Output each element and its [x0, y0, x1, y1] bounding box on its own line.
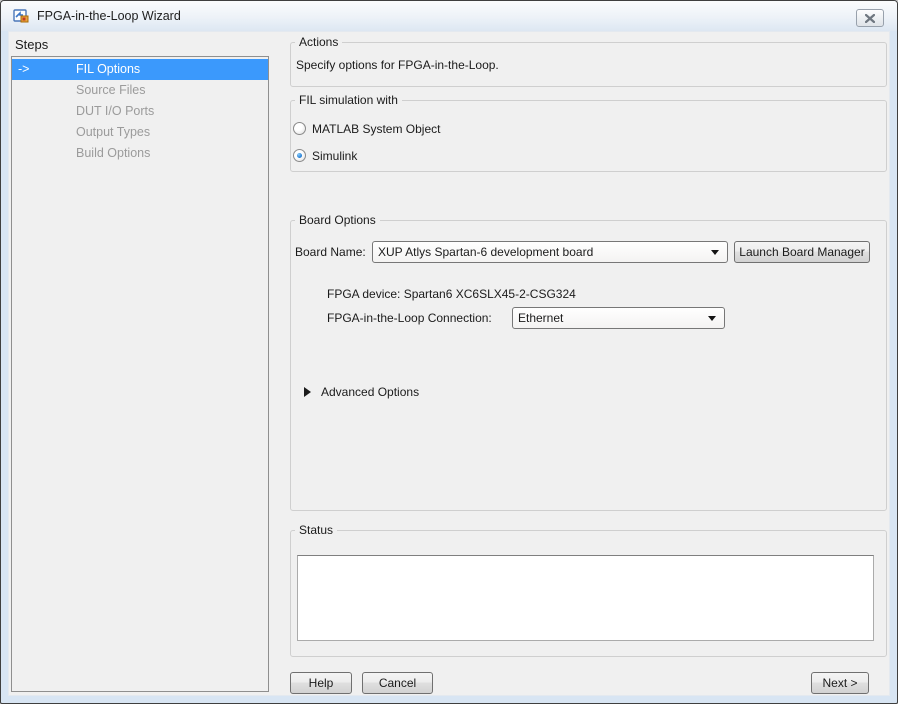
launch-board-manager-button[interactable]: Launch Board Manager	[734, 241, 870, 263]
board-options-legend: Board Options	[295, 213, 380, 227]
radio-matlab-system-object[interactable]: MATLAB System Object	[293, 121, 440, 136]
dropdown-arrow-icon	[711, 250, 719, 255]
window-title: FPGA-in-the-Loop Wizard	[37, 9, 181, 23]
board-name-label: Board Name:	[295, 241, 366, 263]
advanced-options-label: Advanced Options	[321, 385, 419, 399]
fil-wizard-window: FPGA-in-the-Loop Wizard Steps -> FIL Opt…	[0, 0, 898, 704]
advanced-options-toggle[interactable]: Advanced Options	[304, 383, 419, 401]
app-icon	[13, 8, 29, 24]
close-icon	[865, 14, 875, 23]
dialog-content: Steps -> FIL Options Source Files DUT I/…	[8, 31, 890, 696]
radio-label: MATLAB System Object	[312, 122, 440, 136]
radio-simulink[interactable]: Simulink	[293, 148, 357, 163]
fil-connection-dropdown[interactable]: Ethernet	[512, 307, 725, 329]
steps-list: -> FIL Options Source Files DUT I/O Port…	[11, 56, 269, 692]
step-label: Output Types	[76, 122, 150, 143]
fil-connection-value: Ethernet	[518, 311, 563, 325]
step-item-source-files[interactable]: Source Files	[12, 80, 268, 101]
cancel-button[interactable]: Cancel	[362, 672, 433, 694]
fil-simulation-group: FIL simulation with MATLAB System Object…	[290, 100, 887, 172]
step-item-build-options[interactable]: Build Options	[12, 143, 268, 164]
status-group: Status	[290, 530, 887, 657]
steps-heading: Steps	[15, 37, 48, 52]
radio-checked-icon	[293, 149, 306, 162]
actions-group: Actions Specify options for FPGA-in-the-…	[290, 42, 887, 87]
step-label: Source Files	[76, 80, 145, 101]
fpga-device-text: FPGA device: Spartan6 XC6SLX45-2-CSG324	[327, 287, 576, 301]
step-item-dut-io-ports[interactable]: DUT I/O Ports	[12, 101, 268, 122]
expand-arrow-icon	[304, 387, 311, 397]
next-button[interactable]: Next >	[811, 672, 869, 694]
help-button[interactable]: Help	[290, 672, 352, 694]
step-item-output-types[interactable]: Output Types	[12, 122, 268, 143]
board-options-group: Board Options Board Name: XUP Atlys Spar…	[290, 220, 887, 511]
actions-legend: Actions	[295, 35, 342, 49]
title-bar[interactable]: FPGA-in-the-Loop Wizard	[1, 1, 897, 31]
step-item-fil-options[interactable]: -> FIL Options	[12, 59, 268, 80]
status-legend: Status	[295, 523, 337, 537]
step-label: Build Options	[76, 143, 150, 164]
fil-simulation-legend: FIL simulation with	[295, 93, 402, 107]
dropdown-arrow-icon	[708, 316, 716, 321]
step-label: DUT I/O Ports	[76, 101, 154, 122]
close-button[interactable]	[856, 9, 884, 27]
current-step-arrow: ->	[18, 59, 29, 80]
step-label: FIL Options	[76, 59, 140, 80]
actions-description: Specify options for FPGA-in-the-Loop.	[296, 58, 499, 72]
fil-connection-label: FPGA-in-the-Loop Connection:	[327, 307, 492, 329]
radio-icon	[293, 122, 306, 135]
board-name-value: XUP Atlys Spartan-6 development board	[378, 245, 593, 259]
board-name-dropdown[interactable]: XUP Atlys Spartan-6 development board	[372, 241, 728, 263]
status-output	[297, 555, 874, 641]
radio-label: Simulink	[312, 149, 357, 163]
